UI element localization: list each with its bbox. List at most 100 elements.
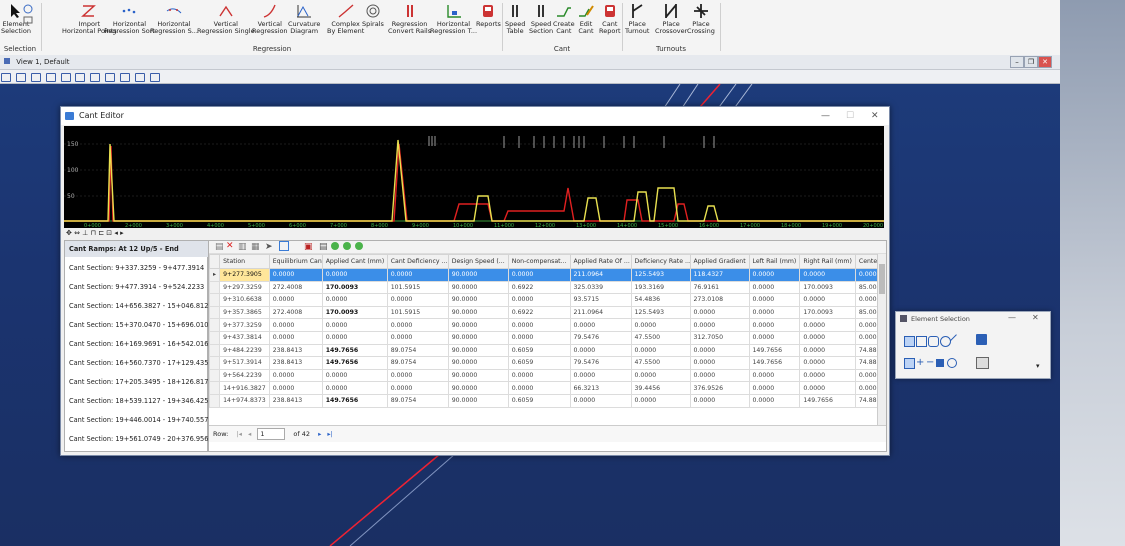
table-cell[interactable]: 9+517.3914 [219, 356, 270, 370]
table-cell[interactable]: 0.0000 [748, 280, 801, 295]
curvature-diagram-tool[interactable]: Curvature Diagram [288, 3, 320, 35]
horizontal-regression-sort-tool[interactable]: Horizontal Regression Sort [104, 3, 155, 35]
vertical-regression-single-tool[interactable]: Vertical Regression Single [197, 3, 255, 35]
table-green-action-3-icon[interactable] [355, 242, 363, 250]
table-cell[interactable]: 0.0000 [386, 268, 449, 282]
table-cell[interactable]: 54.4836 [630, 293, 691, 307]
table-cell[interactable]: 90.0000 [447, 381, 509, 395]
column-header[interactable]: Cant Deficiency ... [386, 254, 449, 269]
table-cell[interactable]: 0.0000 [799, 293, 856, 307]
window-area-icon[interactable] [90, 73, 101, 82]
table-row[interactable]: 9+297.3259 272.4008 170.0093 101.5915 90.000… [209, 280, 886, 295]
table-cell[interactable]: 9+484.2239 [219, 343, 270, 358]
table-cell[interactable]: 0.0000 [799, 356, 856, 370]
pager-last-button[interactable]: ▸| [327, 430, 332, 438]
table-cell[interactable]: 0.0000 [386, 293, 449, 307]
complex-by-element-tool[interactable]: Complex By Element [327, 3, 364, 35]
selection-filter-icon[interactable] [976, 357, 989, 369]
cant-section-item[interactable]: Cant Section: 9+477.3914 - 9+524.2233 [69, 283, 204, 291]
table-cell[interactable]: 90.0000 [447, 368, 509, 383]
selection-options-icon[interactable] [22, 4, 34, 26]
table-cell[interactable]: 376.9526 [689, 381, 750, 395]
column-header[interactable]: Non-compensat... [507, 254, 571, 269]
vertical-regression-tool[interactable]: Vertical Regression [252, 3, 288, 35]
table-cell[interactable]: 90.0000 [447, 305, 509, 320]
table-cell[interactable]: 272.4008 [268, 305, 323, 320]
table-cell[interactable]: 170.0093 [321, 280, 388, 295]
table-cell[interactable]: 325.0339 [569, 280, 632, 295]
table-cell[interactable]: 0.0000 [748, 268, 801, 282]
table-cell[interactable]: 9+437.3814 [219, 330, 270, 345]
table-cell[interactable]: 0.0000 [507, 368, 571, 383]
block-select-icon[interactable] [916, 336, 927, 347]
pager-next-button[interactable]: ▸ [318, 430, 321, 438]
table-cell[interactable]: 0.0000 [630, 343, 691, 358]
table-cell[interactable]: 0.6059 [507, 343, 571, 358]
table-cell[interactable]: 0.0000 [268, 293, 323, 307]
table-cell[interactable]: 9+564.2239 [219, 368, 270, 383]
table-cell[interactable]: 0.0000 [321, 368, 388, 383]
table-cell[interactable]: 47.5500 [630, 356, 691, 370]
table-cell[interactable]: 0.0000 [569, 368, 632, 383]
next-view-icon[interactable] [134, 73, 145, 82]
table-cell[interactable]: 149.7656 [748, 356, 801, 370]
table-cell[interactable]: 238.8413 [268, 393, 323, 408]
add-mode-icon[interactable]: + [916, 357, 924, 368]
cant-section-item[interactable]: Cant Section: 16+169.9691 - 16+542.0166 [69, 340, 213, 348]
table-cell[interactable]: 0.0000 [799, 343, 856, 358]
table-cell[interactable]: 0.0000 [507, 381, 571, 395]
table-cell[interactable]: 0.0000 [386, 318, 449, 332]
table-paste-icon[interactable]: ▥ [238, 242, 247, 252]
table-cell[interactable]: 9+297.3259 [219, 280, 270, 295]
place-crossing-tool[interactable]: Place Crossing [687, 3, 715, 35]
column-header[interactable]: Right Rail (mm) [799, 254, 856, 269]
table-cell[interactable]: 0.0000 [386, 368, 449, 383]
graph-pan-icon[interactable]: ✥ ⇔ ⊥ ⊓ ⊏ ⊡ ◂ ▸ [66, 229, 124, 237]
table-cell[interactable]: 90.0000 [447, 356, 509, 370]
column-header[interactable]: Equilibrium Cant (... [268, 254, 323, 269]
table-cell[interactable]: 0.0000 [689, 318, 750, 332]
table-cell[interactable]: 101.5915 [386, 305, 449, 320]
pointer-mode-icon[interactable] [904, 358, 915, 369]
table-cell[interactable]: 0.0000 [748, 330, 801, 345]
table-cell[interactable]: 312.7050 [689, 330, 750, 345]
view-close-button[interactable]: ✕ [1038, 56, 1052, 68]
rotate-view-icon[interactable] [30, 73, 41, 82]
table-row[interactable]: 9+484.2239 238.8413 149.7656 89.0754 90.0000… [209, 343, 886, 358]
table-cell[interactable]: 125.5493 [630, 268, 691, 282]
table-cell[interactable]: 66.3213 [569, 381, 632, 395]
individual-select-icon[interactable] [904, 336, 915, 347]
table-cell[interactable]: 0.0000 [386, 381, 449, 395]
table-row[interactable]: 9+564.2239 0.0000 0.0000 0.0000 90.0000 0.000… [209, 368, 886, 383]
create-cant-tool[interactable]: Create Cant [553, 3, 575, 35]
table-cell[interactable]: 9+277.3905 [219, 268, 270, 282]
table-cell[interactable]: 0.6922 [507, 280, 571, 295]
table-cell[interactable]: 0.0000 [507, 318, 571, 332]
table-cell[interactable]: 0.0000 [799, 330, 856, 345]
element-selection-close-button[interactable]: ✕ [1032, 313, 1039, 322]
cant-maximize-button[interactable]: ☐ [846, 107, 854, 125]
place-crossover-tool[interactable]: Place Crossover [655, 3, 687, 35]
table-cell[interactable]: 118.4327 [689, 268, 750, 282]
cant-section-item[interactable]: Cant Section: 17+205.3495 - 18+126.8175 [69, 378, 213, 386]
table-cell[interactable]: 0.0000 [689, 368, 750, 383]
column-header[interactable]: Applied Cant (mm) [321, 254, 388, 269]
edit-cant-tool[interactable]: Edit Cant [577, 3, 595, 35]
regression-convert-rails-tool[interactable]: Regression Convert Rails [388, 3, 431, 35]
clear-selection-icon[interactable] [976, 334, 987, 345]
table-view-icon[interactable]: ▤ [319, 242, 328, 252]
table-cell[interactable]: 89.0754 [386, 356, 449, 370]
table-cell[interactable]: 0.0000 [321, 268, 388, 282]
table-cell[interactable]: 90.0000 [447, 280, 509, 295]
view-minimize-button[interactable]: – [1010, 56, 1024, 68]
table-cell[interactable]: 14+916.3827 [219, 381, 270, 395]
more-options-icon[interactable]: ▾ [1036, 362, 1040, 370]
table-cell[interactable]: 0.6059 [507, 356, 571, 370]
horizontal-regression-s-tool[interactable]: Horizontal Regression S... [150, 3, 198, 35]
table-cell[interactable]: 47.5500 [630, 330, 691, 345]
view-menu-icon[interactable] [4, 58, 10, 64]
cant-close-button[interactable]: ✕ [871, 107, 879, 125]
circle-select-icon[interactable] [940, 336, 951, 347]
table-cell[interactable]: 0.0000 [748, 305, 801, 320]
table-cell[interactable]: 149.7656 [321, 343, 388, 358]
